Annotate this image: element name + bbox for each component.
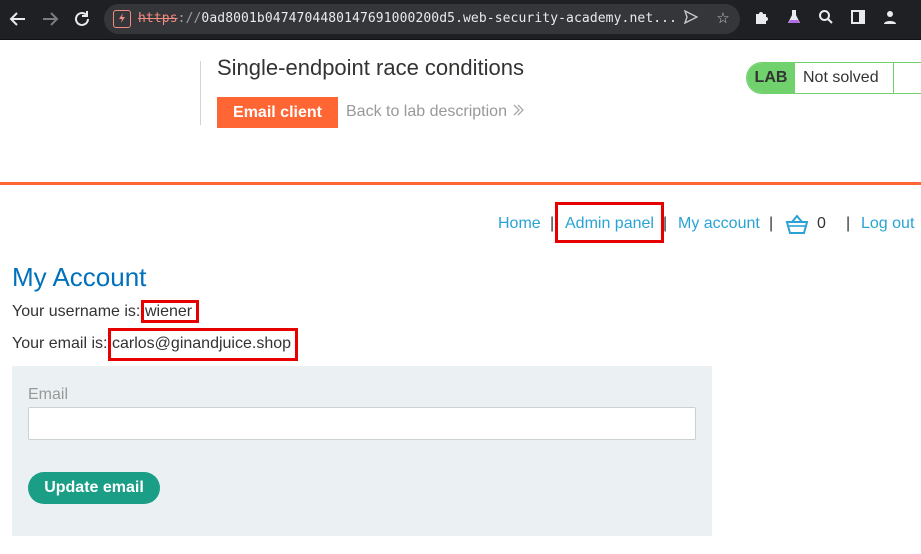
address-bar[interactable]: https://0ad8001b0474704480147691000200d5… [104, 4, 740, 34]
header-rule [0, 182, 921, 185]
side-panel-icon[interactable] [848, 9, 868, 29]
not-secure-icon[interactable] [113, 10, 131, 28]
username-label: Your username is: [12, 303, 141, 320]
header-divider [200, 61, 201, 125]
email-label: Your email is: [12, 335, 108, 352]
lab-flask-icon[interactable] [784, 9, 804, 29]
email-input[interactable] [28, 407, 696, 440]
extensions-puzzle-icon[interactable] [752, 9, 772, 29]
url-text[interactable]: https://0ad8001b0474704480147691000200d5… [138, 11, 678, 29]
lab-header: Single-endpoint race conditions Email cl… [0, 41, 921, 182]
forward-arrow-icon[interactable] [39, 8, 61, 30]
lab-badge: LAB [747, 63, 795, 93]
update-email-button[interactable]: Update email [28, 472, 160, 504]
back-link-label: Back to lab description [346, 103, 507, 120]
home-link[interactable]: Home [498, 215, 541, 233]
lab-status-text: Not solved [803, 69, 879, 86]
logout-link[interactable]: Log out [861, 215, 914, 233]
page-title: My Account [12, 262, 147, 292]
change-email-form: Email Update email [12, 366, 712, 536]
email-field-label: Email [28, 386, 69, 403]
reload-icon[interactable] [71, 8, 93, 30]
nav-separator: | [769, 215, 774, 232]
back-arrow-icon[interactable] [7, 8, 29, 30]
cart-basket-icon[interactable] [785, 214, 809, 241]
lab-status-widget: LAB Not solved [746, 62, 921, 94]
back-to-lab-description-link[interactable]: Back to lab description [346, 103, 525, 121]
admin-panel-link[interactable]: Admin panel [565, 215, 654, 233]
status-divider [893, 63, 894, 93]
send-tab-icon[interactable] [682, 9, 700, 28]
site-navigation: Home | Admin panel | My account | 0 | Lo… [0, 202, 921, 243]
bookmark-star-icon[interactable]: ☆ [714, 10, 732, 28]
username-value: wiener [145, 303, 193, 320]
nav-separator: | [846, 215, 851, 232]
double-chevron-right-icon [513, 103, 525, 121]
email-value: carlos@ginandjuice.shop [112, 335, 292, 352]
browser-toolbar: https://0ad8001b0474704480147691000200d5… [0, 0, 921, 40]
search-icon[interactable] [816, 9, 836, 29]
nav-separator: | [550, 215, 555, 232]
nav-separator: | [663, 215, 668, 232]
my-account-link[interactable]: My account [678, 215, 760, 233]
lab-title: Single-endpoint race conditions [217, 55, 524, 80]
profile-icon[interactable] [880, 9, 900, 29]
cart-count: 0 [817, 215, 826, 232]
email-client-button[interactable]: Email client [217, 97, 338, 128]
